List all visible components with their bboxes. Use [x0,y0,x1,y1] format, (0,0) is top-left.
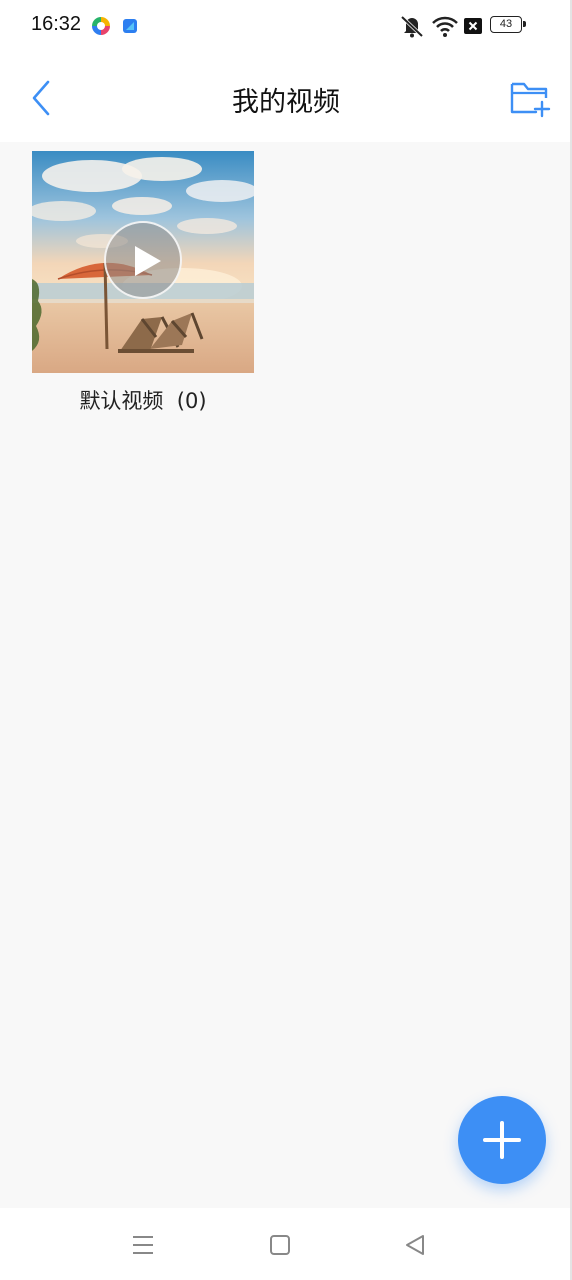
back-triangle-icon[interactable] [401,1230,431,1260]
new-folder-button[interactable] [508,78,552,118]
page-title: 我的视频 [232,87,340,118]
battery-icon: 43 [490,16,526,33]
album-thumbnail [32,151,254,373]
wifi-icon [432,16,458,37]
sim-x-icon [464,18,482,34]
top-app-bar: 我的视频 [0,52,572,142]
system-nav-bar [0,1208,572,1280]
status-time: 16:32 [31,13,82,35]
album-card-default[interactable]: 默认视频 (0) [32,151,254,415]
colorful-app-icon [92,17,110,35]
status-bar: 16:32 43 [0,0,572,52]
mute-icon [400,15,424,38]
add-button[interactable] [458,1096,546,1184]
play-icon[interactable] [104,221,182,299]
folder-add-icon [510,82,551,118]
menu-icon[interactable] [128,1230,158,1260]
home-icon[interactable] [265,1230,295,1260]
album-label: 默认视频 (0) [79,389,207,413]
album-grid: 默认视频 (0) [0,142,572,1208]
blue-app-icon [123,19,137,33]
